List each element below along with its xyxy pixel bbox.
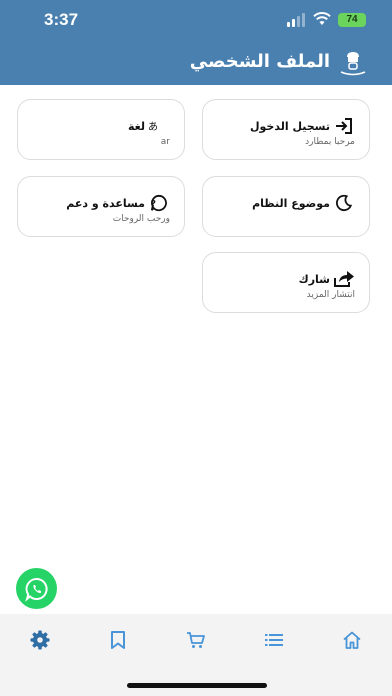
svg-text:あ: あ: [148, 121, 158, 133]
bookmark-icon: [111, 631, 125, 649]
share-icon: [333, 268, 355, 290]
login-card-title: تسجيل الدخول: [249, 119, 330, 133]
status-bar: 3:37 74: [0, 0, 392, 44]
home-icon: [343, 631, 361, 649]
help-card-subtitle: ورحب الروحات: [112, 214, 170, 224]
nav-home[interactable]: [341, 629, 363, 651]
whatsapp-icon: [24, 577, 48, 602]
app-header: الملف الشخصي: [0, 44, 392, 85]
login-card-subtitle: مرحبا بمطارد: [305, 137, 355, 147]
status-time: 3:37: [44, 10, 79, 29]
robot-chef-logo-icon: [340, 52, 366, 76]
help-card[interactable]: ? مساعدة و دعم ورحب الروحات: [17, 176, 185, 237]
nav-settings[interactable]: [29, 629, 51, 651]
login-card[interactable]: تسجيل الدخول مرحبا بمطارد: [202, 99, 370, 160]
nav-bookmarks[interactable]: [107, 629, 129, 651]
wifi-icon: [313, 12, 331, 25]
share-card-subtitle: انتشار المزيد: [306, 290, 355, 300]
moon-icon: [333, 192, 355, 214]
theme-card-title: موضوع النظام: [252, 196, 330, 210]
list-icon: [265, 634, 283, 646]
svg-text:?: ?: [151, 200, 156, 210]
page-title: الملف الشخصي: [189, 51, 330, 72]
help-icon: ?: [148, 192, 170, 214]
language-card-subtitle: ar: [160, 137, 170, 147]
nav-cart[interactable]: [185, 629, 207, 651]
help-card-title: مساعدة و دعم: [66, 196, 145, 210]
cellular-signal-icon: [287, 13, 305, 27]
home-indicator: [127, 683, 267, 688]
nav-list[interactable]: [263, 629, 285, 651]
share-card[interactable]: شارك انتشار المزيد: [202, 252, 370, 313]
gear-icon: [30, 630, 50, 650]
login-icon: [333, 115, 355, 137]
language-card[interactable]: A あ لغة ar: [17, 99, 185, 160]
whatsapp-button[interactable]: [16, 568, 57, 609]
translate-icon: A あ: [148, 115, 170, 137]
share-card-title: شارك: [298, 272, 330, 286]
cart-icon: [187, 632, 205, 648]
battery-indicator: 74: [338, 13, 366, 27]
theme-card[interactable]: موضوع النظام: [202, 176, 370, 237]
language-card-title: لغة: [127, 119, 145, 133]
